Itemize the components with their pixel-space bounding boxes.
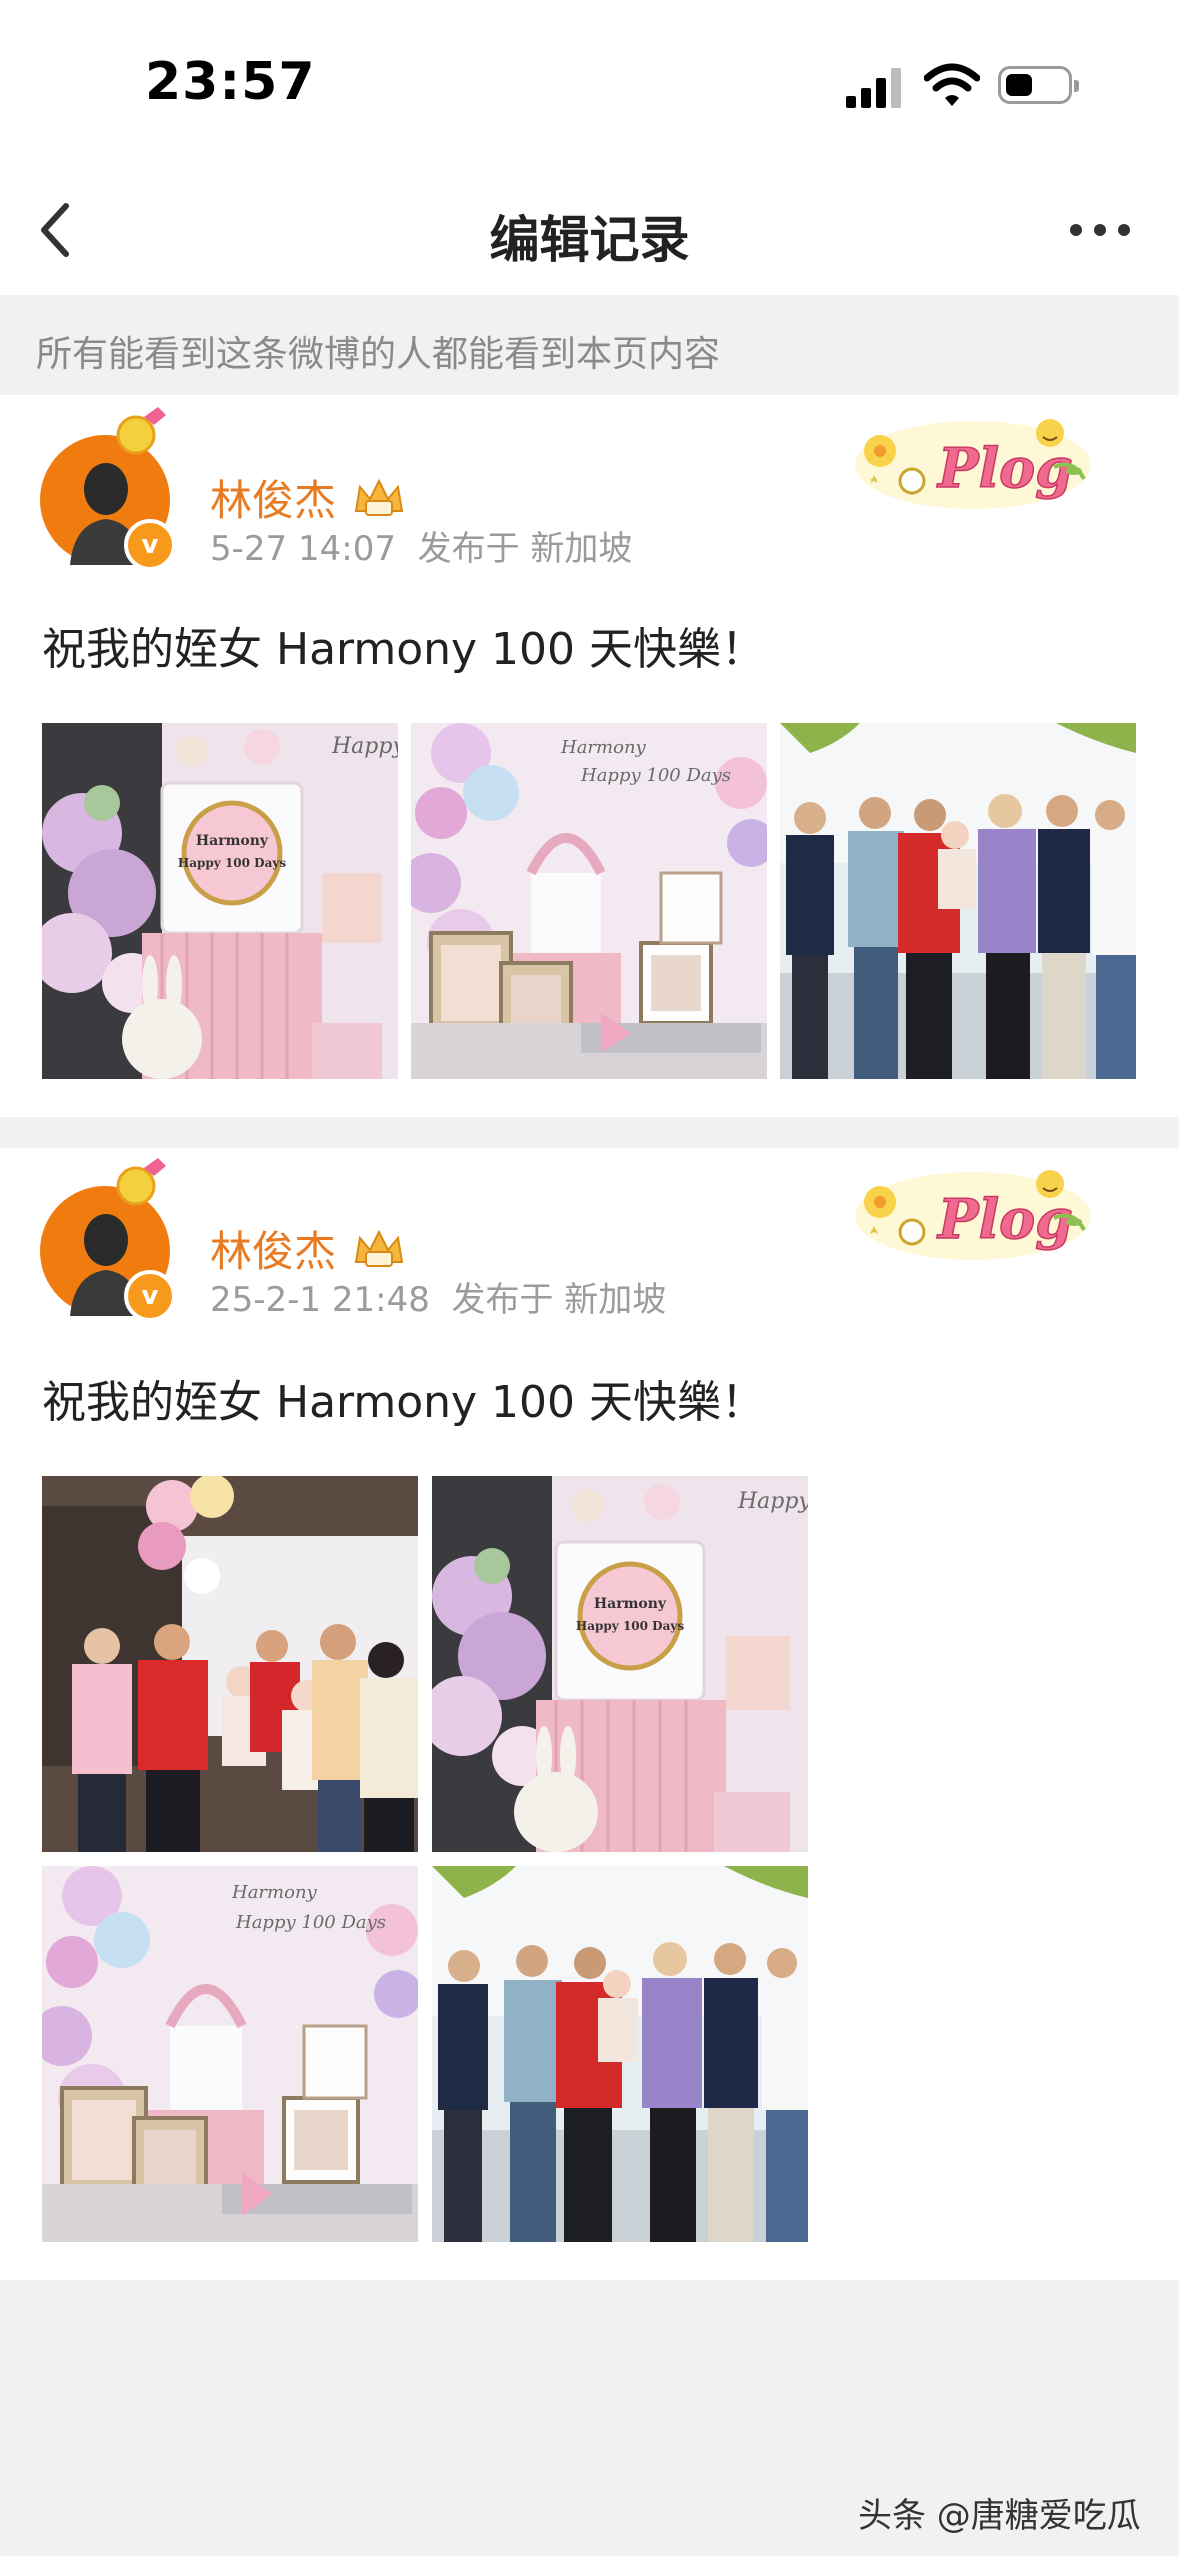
verified-badge: v [124, 1270, 176, 1322]
vip-crown-icon[interactable] [352, 477, 406, 521]
cellular-signal-icon [846, 68, 904, 108]
plog-sticker: Plog [855, 1170, 1090, 1260]
photo-group-men[interactable] [780, 723, 1136, 1079]
cake-text-days: Happy 100 Days [576, 1619, 684, 1633]
photo-family-group[interactable] [42, 1476, 418, 1852]
post-time: 5-27 14:07 [210, 529, 396, 569]
user-name[interactable]: 林俊杰 [210, 1218, 336, 1279]
avatar-pendant-icon [116, 407, 166, 455]
photo-party-table[interactable]: Harmony Happy 100 Days [411, 723, 767, 1079]
post-location: 发布于 新加坡 [451, 1280, 667, 1320]
cake-text-name: Harmony [594, 1596, 667, 1612]
photo-group-men[interactable] [432, 1866, 808, 2242]
post-location: 发布于 新加坡 [417, 529, 633, 569]
svg-text:Happy: Happy [737, 1489, 808, 1514]
post-text: 祝我的姪女 Harmony 100 天快樂！ [42, 624, 766, 675]
avatar[interactable]: v [40, 1158, 176, 1322]
svg-text:Happy 100 Days: Happy 100 Days [580, 765, 731, 786]
post-text: 祝我的姪女 Harmony 100 天快樂！ [42, 1377, 766, 1428]
svg-text:Happy: Happy [331, 734, 398, 759]
wifi-icon [924, 63, 980, 106]
visibility-notice: 所有能看到这条微博的人都能看到本页内容 [0, 295, 1179, 395]
avatar-pendant-icon [116, 1158, 166, 1206]
cake-text-name: Harmony [196, 833, 269, 849]
post-card: v 林俊杰 25-2-1 21:48 发布于 新加坡 Plog 祝我的姪女 Ha… [0, 1148, 1179, 2280]
notice-text: 所有能看到这条微博的人都能看到本页内容 [36, 334, 721, 375]
svg-text:Happy 100 Days: Happy 100 Days [235, 1912, 386, 1933]
avatar[interactable]: v [40, 407, 176, 571]
post-card: v 林俊杰 5-27 14:07 发布于 新加坡 Plog 祝我的姪女 Harm… [0, 395, 1179, 1117]
post-time: 25-2-1 21:48 [210, 1280, 430, 1320]
verified-badge: v [124, 519, 176, 571]
post-meta: 5-27 14:07 发布于 新加坡 [210, 521, 632, 570]
photo-cake[interactable]: Harmony Happy 100 Days Happy [432, 1476, 808, 1852]
plog-sticker: Plog [855, 419, 1090, 509]
status-time: 23:57 [145, 52, 316, 112]
svg-text:Harmony: Harmony [231, 1882, 318, 1903]
battery-icon [998, 66, 1079, 104]
photo-party-table[interactable]: Harmony Happy 100 Days [42, 1866, 418, 2242]
watermark: 头条 @唐糖爱吃瓜 [858, 2496, 1141, 2536]
post-meta: 25-2-1 21:48 发布于 新加坡 [210, 1272, 666, 1321]
user-name[interactable]: 林俊杰 [210, 467, 336, 528]
svg-text:Harmony: Harmony [560, 737, 647, 758]
photo-cake[interactable]: Harmony Happy 100 Days Happy [42, 723, 398, 1079]
more-options-icon[interactable] [1060, 210, 1140, 250]
page-title: 编辑记录 [489, 211, 690, 269]
status-bar: 23:57 [0, 0, 1179, 170]
nav-bar: 编辑记录 [0, 170, 1179, 295]
cake-text-days: Happy 100 Days [178, 856, 286, 870]
vip-crown-icon[interactable] [352, 1228, 406, 1272]
